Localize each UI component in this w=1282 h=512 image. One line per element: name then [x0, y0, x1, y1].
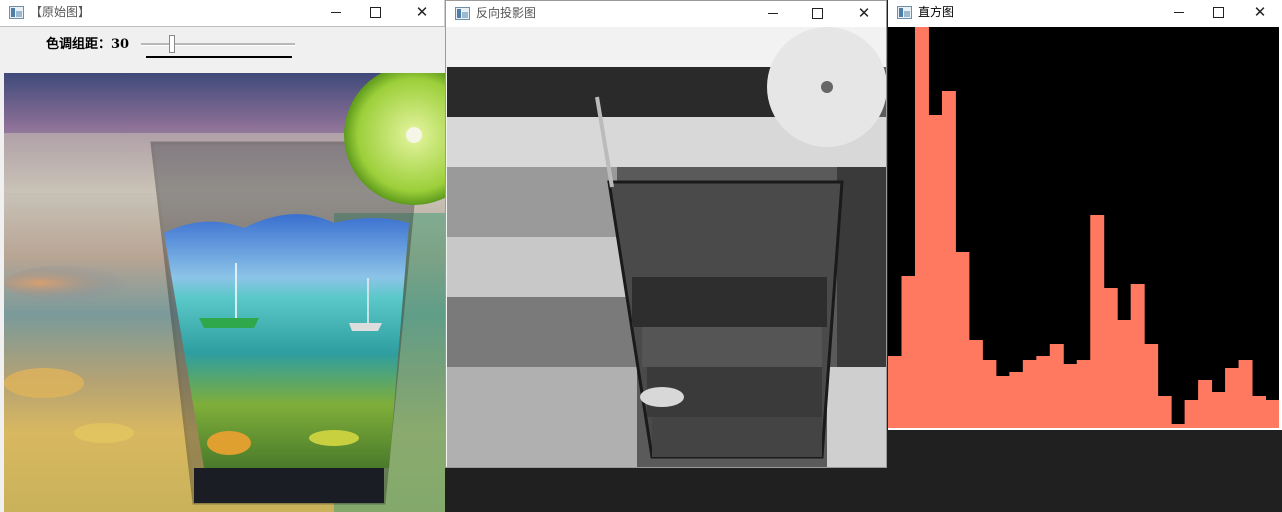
maximize-button[interactable] — [366, 3, 386, 21]
histogram-bin — [1171, 424, 1186, 428]
histogram-bin — [941, 91, 956, 428]
title-bar[interactable]: 反向投影图 ✕ — [446, 1, 886, 27]
maximize-button[interactable] — [1209, 3, 1229, 21]
histogram-canvas — [888, 27, 1279, 428]
histogram-bin — [1144, 344, 1159, 428]
histogram-bin — [995, 376, 1010, 428]
histogram-bin — [928, 115, 943, 428]
close-button[interactable]: ✕ — [412, 3, 432, 21]
trackbar-label: 色调组距：30 — [46, 37, 130, 52]
histogram-bin — [1103, 288, 1118, 428]
back-projection-illustration — [447, 27, 886, 467]
histogram-bin — [1009, 372, 1024, 428]
minimize-button[interactable] — [1170, 3, 1190, 21]
title-bar[interactable]: 直方图 ✕ — [888, 0, 1282, 26]
histogram-bin — [1090, 215, 1105, 428]
minimize-icon — [1174, 12, 1184, 13]
maximize-button[interactable] — [808, 4, 828, 22]
histogram-bin — [901, 276, 916, 428]
trackbar-panel: 色调组距：30 — [0, 27, 445, 73]
histogram-bin — [982, 360, 997, 428]
title-bar[interactable]: 【原始图】 ✕ — [0, 0, 445, 26]
histogram-bin — [1157, 396, 1172, 428]
minimize-button[interactable] — [327, 3, 347, 21]
histogram-bin — [968, 340, 983, 428]
histogram-bin — [1238, 360, 1253, 428]
original-photo — [4, 73, 445, 512]
trackbar-thumb[interactable] — [169, 35, 175, 53]
minimize-icon — [768, 13, 778, 14]
glass-photo-illustration — [4, 73, 445, 512]
window-title: 【原始图】 — [30, 5, 91, 19]
maximize-icon — [1213, 7, 1224, 18]
histogram-bin — [1130, 284, 1145, 428]
back-projection-image — [447, 27, 886, 467]
histogram-plot — [888, 27, 1279, 428]
histogram-bin — [1198, 380, 1213, 428]
histogram-bin — [955, 252, 970, 428]
trackbar-groove[interactable] — [141, 43, 295, 46]
maximize-icon — [812, 8, 823, 19]
window-title: 反向投影图 — [476, 6, 537, 20]
histogram-bin — [1063, 364, 1078, 428]
histogram-bin — [1117, 320, 1132, 428]
histogram-bin — [1265, 400, 1279, 428]
histogram-bin — [1036, 356, 1051, 428]
window-app-icon — [897, 6, 912, 19]
minimize-icon — [331, 12, 341, 13]
histogram-bin — [888, 356, 902, 428]
histogram-bin — [914, 27, 929, 428]
close-button[interactable]: ✕ — [854, 4, 874, 22]
original-image-window: 【原始图】 ✕ 色调组距：30 — [0, 0, 445, 512]
histogram-bin — [1225, 368, 1240, 428]
trackbar-underline — [146, 56, 292, 58]
close-button[interactable]: ✕ — [1250, 3, 1270, 21]
histogram-bin — [1184, 400, 1199, 428]
window-app-icon — [9, 6, 24, 19]
histogram-bin — [1049, 344, 1064, 428]
minimize-button[interactable] — [764, 4, 784, 22]
histogram-bin — [1252, 396, 1267, 428]
maximize-icon — [370, 7, 381, 18]
histogram-bin — [1076, 360, 1091, 428]
histogram-bin — [1022, 360, 1037, 428]
histogram-bin — [1211, 392, 1226, 428]
window-title: 直方图 — [918, 5, 955, 19]
histogram-window: 直方图 ✕ — [888, 0, 1282, 430]
window-app-icon — [455, 7, 470, 20]
back-projection-window: 反向投影图 ✕ — [445, 0, 887, 468]
